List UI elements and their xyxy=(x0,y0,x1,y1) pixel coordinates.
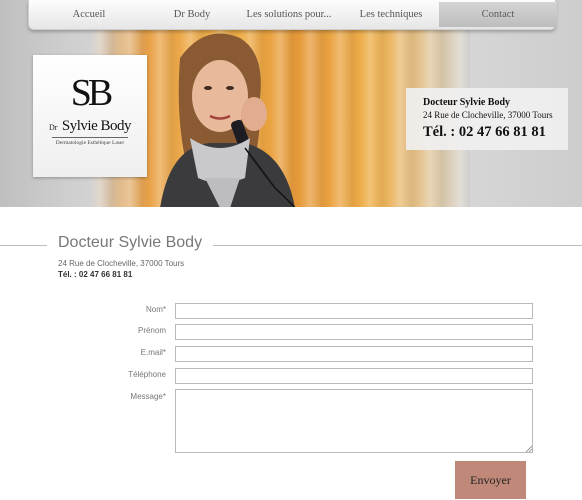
hero-photo-woman-on-phone xyxy=(160,33,296,207)
nav-item-contact[interactable]: Contact xyxy=(439,2,557,27)
section-title-row: Docteur Sylvie Body xyxy=(0,234,582,256)
nom-input[interactable] xyxy=(175,303,533,319)
page-title: Docteur Sylvie Body xyxy=(58,234,203,251)
message-textarea[interactable] xyxy=(175,389,533,453)
prenom-input[interactable] xyxy=(175,324,533,340)
telephone-label: Téléphone xyxy=(128,370,166,379)
nom-label: Nom* xyxy=(145,305,166,314)
email-input[interactable] xyxy=(175,346,533,362)
main-navigation: Accueil Dr Body Les solutions pour... Le… xyxy=(28,0,557,30)
logo-name: Sylvie Body xyxy=(61,118,132,134)
nav-item-accueil[interactable]: Accueil xyxy=(29,0,149,29)
logo-monogram: SB xyxy=(70,72,113,114)
message-label: Message* xyxy=(130,392,166,401)
email-label: E.mail* xyxy=(140,348,166,357)
nav-item-dr-body[interactable]: Dr Body xyxy=(149,0,235,29)
telephone-input[interactable] xyxy=(175,368,533,384)
logo-divider xyxy=(52,137,128,138)
contact-phone: Tél. : 02 47 66 81 81 xyxy=(58,270,133,279)
resize-grip-icon[interactable] xyxy=(526,446,532,452)
hero-card-address: 24 Rue de Clocheville, 37000 Tours xyxy=(423,110,553,120)
hero-contact-card: Docteur Sylvie Body 24 Rue de Clochevill… xyxy=(406,88,568,150)
logo-name-row: Dr Sylvie Body xyxy=(33,119,147,135)
title-divider-left xyxy=(0,245,47,246)
logo-prefix: Dr xyxy=(49,123,58,132)
logo-tagline: Dermatologie Esthétique Laser xyxy=(55,140,125,146)
hero-card-phone: Tél. : 02 47 66 81 81 xyxy=(423,124,546,140)
brand-logo[interactable]: SB Dr Sylvie Body Dermatologie Esthétiqu… xyxy=(33,55,147,177)
nav-item-solutions[interactable]: Les solutions pour... xyxy=(235,0,343,29)
send-button[interactable]: Envoyer xyxy=(455,461,526,499)
title-divider-right xyxy=(213,245,582,246)
nav-item-techniques[interactable]: Les techniques xyxy=(343,0,439,29)
contact-address: 24 Rue de Clocheville, 37000 Tours xyxy=(58,259,185,268)
prenom-label: Prénom xyxy=(137,326,166,335)
hero-card-name: Docteur Sylvie Body xyxy=(423,97,511,108)
hero-banner: SB Dr Sylvie Body Dermatologie Esthétiqu… xyxy=(0,0,582,207)
